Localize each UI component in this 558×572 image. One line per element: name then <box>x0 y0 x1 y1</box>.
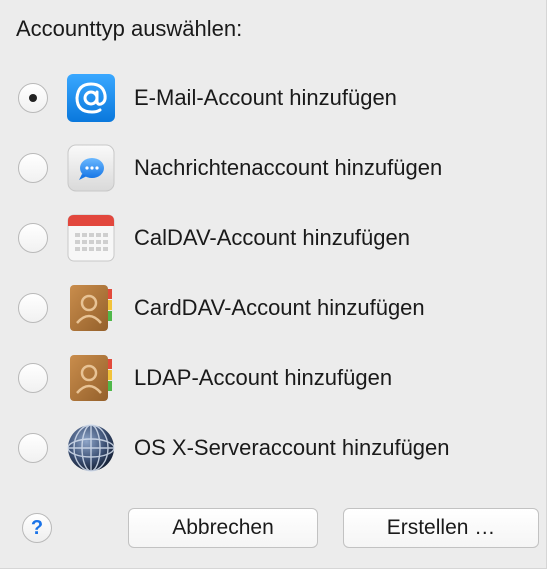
option-osx-server-account[interactable]: OS X-Serveraccount hinzufügen <box>18 423 538 473</box>
radio-osx-server-account[interactable] <box>18 433 48 463</box>
option-label: CardDAV-Account hinzufügen <box>134 295 425 320</box>
radio-email-account[interactable] <box>18 83 48 113</box>
option-messages-account[interactable]: Nachrichtenaccount hinzufügen <box>18 143 538 193</box>
radio-messages-account[interactable] <box>18 153 48 183</box>
messages-icon <box>66 143 116 193</box>
globe-server-icon <box>66 423 116 473</box>
contacts-icon <box>66 353 116 403</box>
create-button[interactable]: Erstellen … <box>343 508 539 548</box>
help-button[interactable]: ? <box>22 513 52 543</box>
radio-caldav-account[interactable] <box>18 223 48 253</box>
dialog-title: Accounttyp auswählen: <box>16 16 243 41</box>
option-label: CalDAV-Account hinzufügen <box>134 225 410 250</box>
option-email-account[interactable]: E-Mail-Account hinzufügen <box>18 73 538 123</box>
mail-at-icon <box>66 73 116 123</box>
radio-carddav-account[interactable] <box>18 293 48 323</box>
option-label: OS X-Serveraccount hinzufügen <box>134 435 450 460</box>
calendar-icon <box>66 213 116 263</box>
contacts-icon <box>66 283 116 333</box>
option-caldav-account[interactable]: CalDAV-Account hinzufügen <box>18 213 538 263</box>
option-carddav-account[interactable]: CardDAV-Account hinzufügen <box>18 283 538 333</box>
account-type-dialog: Accounttyp auswählen: E-Mail-Account hin… <box>0 0 547 569</box>
option-ldap-account[interactable]: LDAP-Account hinzufügen <box>18 353 538 403</box>
option-label: Nachrichtenaccount hinzufügen <box>134 155 443 180</box>
option-label: E-Mail-Account hinzufügen <box>134 85 397 110</box>
option-label: LDAP-Account hinzufügen <box>134 365 393 390</box>
radio-ldap-account[interactable] <box>18 363 48 393</box>
cancel-button[interactable]: Abbrechen <box>128 508 318 548</box>
